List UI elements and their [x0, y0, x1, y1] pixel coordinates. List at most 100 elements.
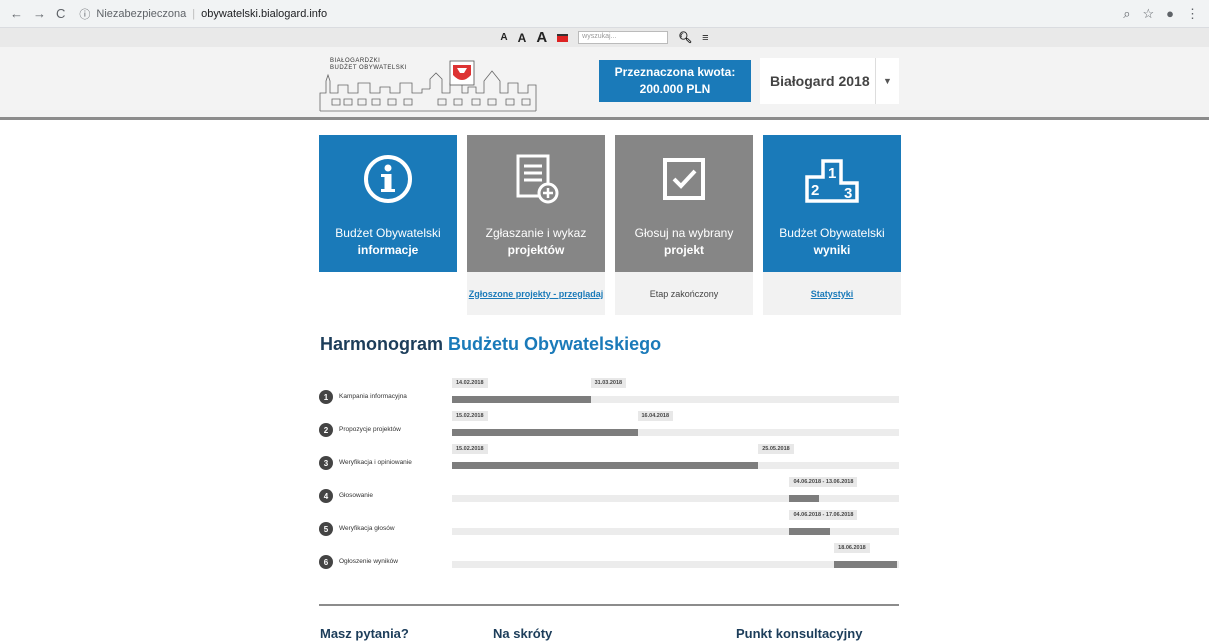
footer-questions-heading: Masz pytania? — [320, 626, 409, 641]
schedule-heading-part2: Budżetu Obywatelskiego — [448, 334, 662, 354]
info-icon[interactable]: ⓘ — [79, 6, 90, 22]
timeline-bar — [789, 495, 819, 502]
font-large-button[interactable]: A — [536, 29, 547, 46]
step-name: Weryfikacja głosów — [339, 525, 395, 532]
address-bar[interactable]: ⓘ Niezabezpieczona | obywatelski.bialoga… — [79, 6, 1123, 22]
schedule-row: 5 Weryfikacja głosów 04.06.2018 - 17.06.20… — [319, 508, 899, 536]
step-number: 6 — [319, 555, 333, 569]
checkbox-icon — [615, 153, 753, 205]
tile-footer — [319, 272, 457, 315]
tile-wyniki[interactable]: 213 Budżet Obywatelski wyniki Statystyki — [763, 135, 901, 315]
font-medium-button[interactable]: A — [518, 31, 527, 45]
tile-label-line1: Głosuj na wybrany — [634, 226, 734, 240]
tile-label-line1: Zgłaszanie i wykaz — [485, 226, 587, 240]
schedule-row: 4 Głosowanie 04.06.2018 - 13.06.2018 — [319, 475, 899, 503]
date-tag: 14.02.2018 — [452, 378, 488, 388]
tile-zglaszanie[interactable]: Zgłaszanie i wykaz projektów Zgłoszone p… — [467, 135, 605, 315]
menu-dots-icon[interactable]: ⋮ — [1186, 6, 1199, 22]
timeline-track — [452, 396, 899, 403]
back-icon[interactable]: ← — [10, 6, 23, 21]
date-tag: 15.02.2018 — [452, 411, 488, 421]
step-number: 3 — [319, 456, 333, 470]
date-tag: 16.04.2018 — [637, 411, 674, 421]
footer-consultation-heading: Punkt konsultacyjny — [736, 626, 863, 641]
timeline-track — [452, 462, 899, 469]
forward-icon[interactable]: → — [33, 6, 46, 21]
tile-footer: Etap zakończony — [615, 272, 753, 315]
schedule-row: 3 Weryfikacja i opiniowanie 15.02.2018 25.0… — [319, 442, 899, 470]
schedule-row: 6 Ogłoszenie wyników 18.06.2018 — [319, 541, 899, 569]
step-number: 4 — [319, 489, 333, 503]
hamburger-menu-icon[interactable]: ≡ — [702, 32, 708, 44]
footer-divider — [319, 604, 899, 606]
schedule-row: 2 Propozycje projektów 15.02.2018 16.04.201… — [319, 409, 899, 437]
zoom-icon[interactable]: ⌕ — [1123, 6, 1130, 22]
step-name: Głosowanie — [339, 492, 373, 499]
security-label: Niezabezpieczona — [96, 7, 187, 20]
date-tag: 18.06.2018 — [834, 543, 870, 553]
date-tag: 31.03.2018 — [590, 378, 627, 388]
timeline-track — [452, 528, 899, 535]
schedule-heading: Harmonogram Budżetu Obywatelskiego — [320, 334, 661, 355]
tile-label-line1: Budżet Obywatelski — [335, 226, 441, 240]
date-tag: 04.06.2018 - 13.06.2018 — [789, 477, 858, 487]
podium-icon: 213 — [763, 153, 901, 205]
site-header: BIAŁOGARDZKI BUDŻET OBYWATELSKI Przeznac… — [0, 47, 1209, 120]
timeline-bar — [834, 561, 897, 568]
logo-title-line2: BUDŻET OBYWATELSKI — [330, 65, 407, 71]
tile-label-line2: projektów — [507, 243, 565, 257]
tile-glosuj[interactable]: Głosuj na wybrany projekt Etap zakończon… — [615, 135, 753, 315]
logo-title-line1: BIAŁOGARDZKI — [330, 58, 381, 64]
svg-text:3: 3 — [844, 185, 852, 202]
tile-informacje[interactable]: Budżet Obywatelski informacje — [319, 135, 457, 315]
schedule-heading-part1: Harmonogram — [320, 334, 444, 354]
browser-actions: ⌕ ☆ ● ⋮ — [1123, 6, 1199, 22]
contrast-icon[interactable] — [557, 33, 569, 42]
tile-label-line2: projekt — [663, 243, 704, 257]
tile-footer: Statystyki — [763, 272, 901, 315]
year-select[interactable]: Białogard 2018 ▼ — [760, 58, 899, 104]
amount-label: Przeznaczona kwota: — [614, 65, 736, 79]
main-tiles: Budżet Obywatelski informacje Zgłaszanie… — [319, 135, 901, 315]
tile-box[interactable]: Głosuj na wybrany projekt — [615, 135, 753, 272]
step-name: Ogłoszenie wyników — [339, 558, 398, 565]
bookmark-star-icon[interactable]: ☆ — [1142, 6, 1154, 22]
timeline-track — [452, 429, 899, 436]
timeline-track — [452, 561, 899, 568]
step-number: 1 — [319, 390, 333, 404]
chevron-down-icon[interactable]: ▼ — [875, 58, 899, 104]
schedule-timeline: 1 Kampania informacyjna 14.02.2018 31.03.20… — [319, 376, 899, 576]
reload-icon[interactable]: C — [56, 6, 65, 21]
profile-icon[interactable]: ● — [1166, 6, 1174, 22]
url-text[interactable]: obywatelski.bialogard.info — [201, 8, 327, 20]
tile-box[interactable]: 213 Budżet Obywatelski wyniki — [763, 135, 901, 272]
footer-shortcuts-heading: Na skróty — [493, 626, 553, 641]
tile-box[interactable]: Zgłaszanie i wykaz projektów — [467, 135, 605, 272]
tile-box[interactable]: Budżet Obywatelski informacje — [319, 135, 457, 272]
statistics-link[interactable]: Statystyki — [811, 289, 854, 299]
date-tag: 25.05.2018 — [758, 444, 794, 454]
timeline-bar — [789, 528, 830, 535]
step-number: 2 — [319, 423, 333, 437]
search-input[interactable]: wyszukaj... — [578, 31, 669, 44]
browser-nav: ← → C — [10, 6, 65, 21]
site-logo[interactable]: BIAŁOGARDZKI BUDŻET OBYWATELSKI — [318, 53, 538, 115]
step-name: Kampania informacyjna — [339, 393, 407, 400]
svg-text:1: 1 — [828, 165, 836, 182]
separator: | — [192, 7, 196, 20]
timeline-track — [452, 495, 899, 502]
svg-text:2: 2 — [811, 182, 819, 199]
amount-value: 200.000 PLN — [639, 82, 711, 96]
date-tag: 15.02.2018 — [452, 444, 488, 454]
date-tag: 04.06.2018 - 17.06.2018 — [789, 510, 858, 520]
tile-label-line2: informacje — [357, 243, 419, 257]
document-add-icon — [467, 153, 605, 205]
font-small-button[interactable]: A — [500, 32, 507, 43]
browse-projects-link[interactable]: Zgłoszone projekty - przeglądaj — [469, 289, 604, 299]
schedule-row: 1 Kampania informacyjna 14.02.2018 31.03.20… — [319, 376, 899, 404]
timeline-bar — [452, 462, 759, 469]
step-name: Propozycje projektów — [339, 426, 401, 433]
tile-label-line2: wyniki — [813, 243, 851, 257]
year-select-value: Białogard 2018 — [770, 73, 870, 89]
search-icon[interactable]: 🔍︎ — [678, 31, 692, 44]
